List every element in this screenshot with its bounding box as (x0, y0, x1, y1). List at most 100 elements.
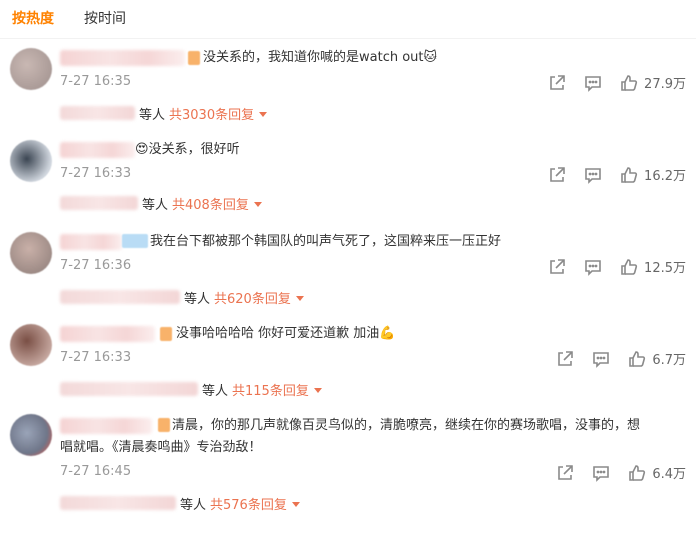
share-icon (558, 464, 574, 480)
reply-suffix: 等人 (142, 197, 169, 213)
heart-eyes-emoji-icon: 😍 (135, 142, 149, 157)
reply-suffix: 等人 (139, 107, 166, 123)
comment-time: 7-27 16:33 (60, 166, 132, 181)
tabs-divider (0, 38, 696, 39)
comment-text-body: 没事哈哈哈哈 你好可爱还道歉 加油 (176, 326, 380, 341)
comment-item: 我在台下都被那个韩国队的叫声气死了，这国粹来压一压正好 7-27 16:36 1… (0, 228, 696, 320)
reply-summary: 等人 共115条回复 (60, 380, 322, 399)
comment-text: 😍没关系，很好听 (135, 141, 240, 159)
share-button[interactable] (548, 166, 566, 184)
like-count: 6.4万 (652, 467, 686, 482)
like-count: 6.7万 (652, 353, 686, 368)
share-button[interactable] (548, 258, 566, 276)
reply-summary: 等人 共408条回复 (60, 194, 262, 213)
like-count: 12.5万 (644, 261, 686, 276)
view-replies-link[interactable]: 共3030条回复 (169, 104, 254, 123)
comment-time: 7-27 16:35 (60, 74, 132, 89)
view-replies-link[interactable]: 共115条回复 (232, 380, 309, 399)
view-replies-link[interactable]: 共408条回复 (172, 194, 249, 213)
avatar[interactable] (10, 324, 52, 366)
comment-item: 清晨，你的那几声就像百灵鸟似的，清脆嘹亮，继续在你的赛场歌唱，没事的，想唱就唱。… (0, 410, 696, 538)
avatar[interactable] (10, 232, 52, 274)
comment-actions: 12.5万 (548, 257, 686, 276)
like-button[interactable]: 27.9万 (620, 73, 686, 92)
reply-summary: 等人 共576条回复 (60, 494, 300, 513)
view-replies-link[interactable]: 共620条回复 (214, 288, 291, 307)
thumb-up-icon (621, 258, 638, 275)
replier-names-blurred (60, 382, 198, 396)
thumb-up-icon (629, 350, 646, 367)
comment-time: 7-27 16:33 (60, 350, 132, 365)
avatar[interactable] (10, 48, 52, 90)
share-button[interactable] (548, 74, 566, 92)
like-button[interactable]: 6.7万 (628, 349, 686, 368)
username-blurred[interactable] (60, 142, 135, 158)
comment-text-body: 我在台下都被那个韩国队的叫声气死了，这国粹来压一压正好 (150, 234, 502, 249)
reply-button[interactable] (584, 74, 602, 92)
reply-suffix: 等人 (184, 291, 211, 307)
view-replies-link[interactable]: 共576条回复 (210, 494, 287, 513)
comment-icon (593, 465, 610, 482)
comment-item: 没关系的，我知道你喊的是watch out🐱 7-27 16:35 27.9万 … (0, 44, 696, 134)
thumb-up-icon (621, 74, 638, 91)
caret-down-icon[interactable] (313, 387, 322, 393)
cat-emoji-icon: 🐱 (423, 50, 438, 65)
comment-actions: 6.4万 (556, 463, 686, 482)
verified-badge (122, 234, 148, 248)
muscle-emoji-icon: 💪 (379, 326, 396, 341)
comment-item: 没事哈哈哈哈 你好可爱还道歉 加油💪 7-27 16:33 6.7万 等人 共1… (0, 320, 696, 410)
sort-tabs: 按热度 按时间 (12, 8, 126, 32)
like-button[interactable]: 16.2万 (620, 165, 686, 184)
avatar[interactable] (10, 414, 52, 456)
replier-names-blurred (60, 196, 138, 210)
comment-time: 7-27 16:36 (60, 258, 132, 273)
comment-icon (585, 167, 601, 184)
comment-text-body: 清晨，你的那几声就像百灵鸟似的，清脆嘹亮，继续在你的赛场歌唱，没事的，想唱就唱。… (60, 418, 641, 455)
username-blurred[interactable] (60, 234, 122, 250)
share-icon (558, 350, 574, 366)
share-button[interactable] (556, 464, 574, 482)
tab-by-time[interactable]: 按时间 (84, 8, 126, 32)
comment-icon (585, 75, 601, 92)
username-blurred[interactable] (60, 326, 155, 342)
share-icon (550, 258, 565, 274)
reply-button[interactable] (592, 464, 610, 482)
avatar[interactable] (10, 140, 52, 182)
comment-time: 7-27 16:45 (60, 464, 132, 479)
replier-names-blurred (60, 290, 180, 304)
comment-text: 没关系的，我知道你喊的是watch out🐱 (203, 49, 437, 67)
reply-button[interactable] (584, 258, 602, 276)
comment-actions: 16.2万 (548, 165, 686, 184)
share-icon (550, 74, 565, 90)
like-count: 27.9万 (644, 77, 686, 92)
caret-down-icon[interactable] (259, 111, 268, 117)
like-button[interactable]: 12.5万 (620, 257, 686, 276)
comment-actions: 6.7万 (556, 349, 686, 368)
username-blurred[interactable] (60, 50, 185, 66)
caret-down-icon[interactable] (291, 501, 300, 507)
replier-names-blurred (60, 496, 176, 510)
share-icon (550, 166, 565, 182)
share-button[interactable] (556, 350, 574, 368)
comment-icon (585, 259, 601, 276)
like-button[interactable]: 6.4万 (628, 463, 686, 482)
reply-summary: 等人 共620条回复 (60, 288, 304, 307)
comment-actions: 27.9万 (548, 73, 686, 92)
comment-item: 😍没关系，很好听 7-27 16:33 16.2万 等人 共408条回复 (0, 136, 696, 228)
like-count: 16.2万 (644, 169, 686, 184)
replier-names-blurred (60, 106, 135, 120)
thumb-up-icon (629, 464, 646, 481)
member-badge (160, 327, 172, 341)
comment-icon (593, 351, 610, 368)
caret-down-icon[interactable] (295, 295, 304, 301)
comment-text-body: 没关系的，我知道你喊的是watch out (203, 50, 424, 65)
caret-down-icon[interactable] (253, 201, 262, 207)
tab-by-hot[interactable]: 按热度 (12, 8, 54, 32)
comment-text: 我在台下都被那个韩国队的叫声气死了，这国粹来压一压正好 (150, 233, 501, 251)
reply-button[interactable] (584, 166, 602, 184)
thumb-up-icon (621, 166, 638, 183)
comment-text: 没事哈哈哈哈 你好可爱还道歉 加油💪 (176, 325, 395, 343)
reply-button[interactable] (592, 350, 610, 368)
reply-suffix: 等人 (180, 497, 207, 513)
member-badge (188, 51, 200, 65)
